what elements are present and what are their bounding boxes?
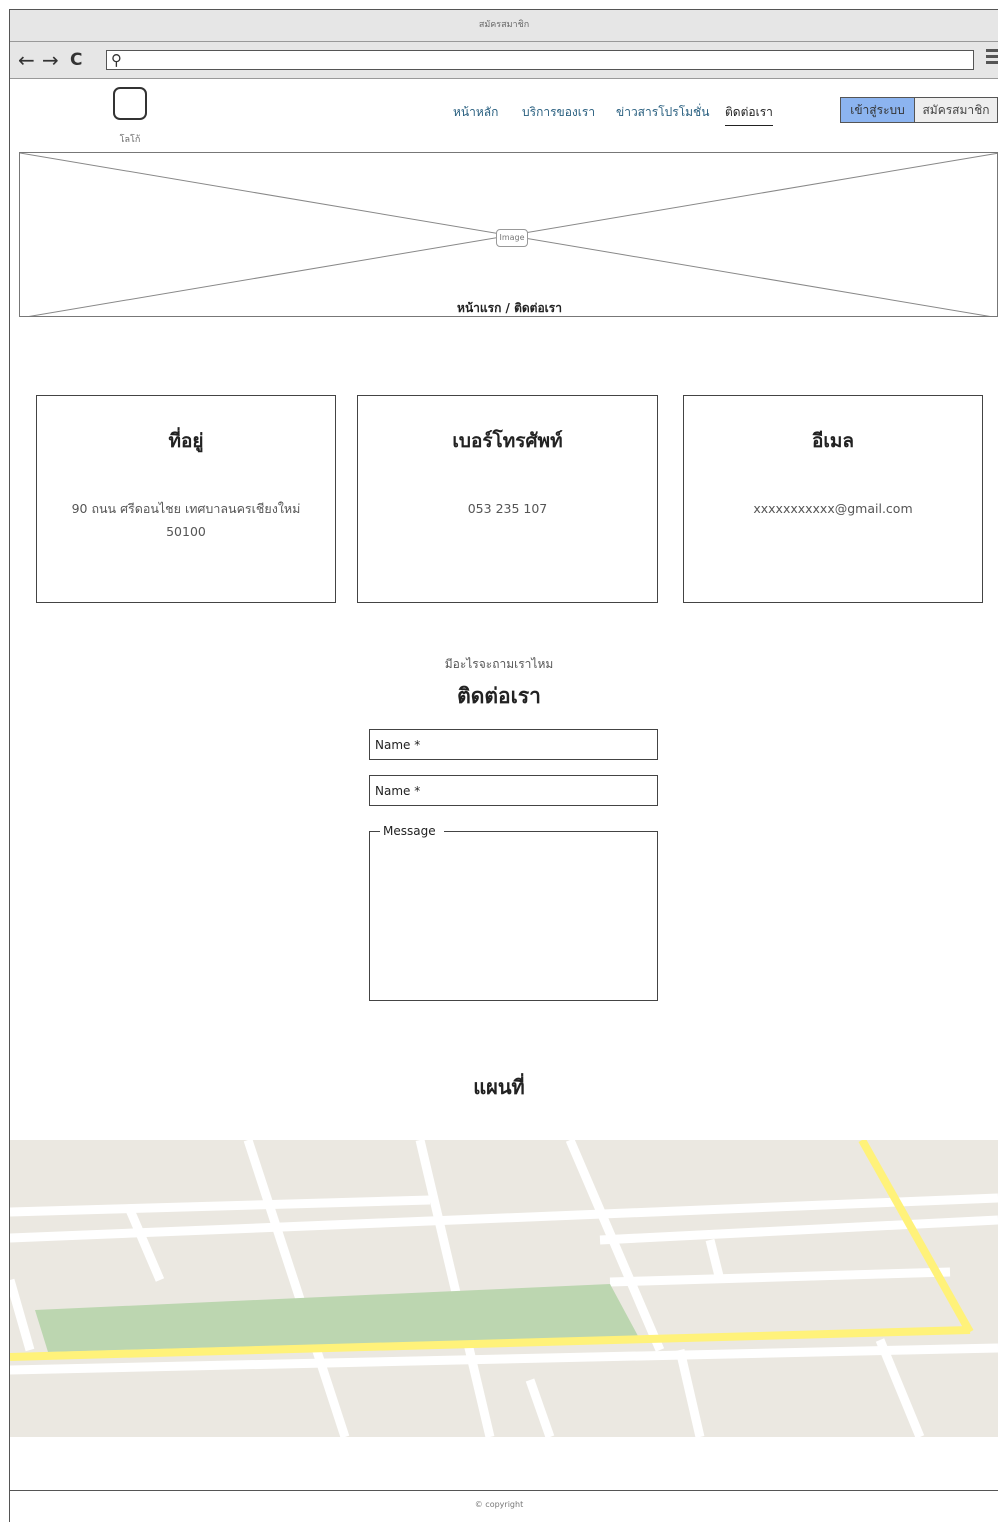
logo[interactable]	[113, 87, 147, 120]
footer-divider	[10, 1490, 998, 1491]
address-bar[interactable]: ⚲	[106, 50, 974, 70]
search-icon: ⚲	[111, 51, 122, 69]
contact-title: ติดต่อเรา	[457, 684, 541, 708]
phone-value: 053 235 107	[467, 501, 548, 516]
copyright: © copyright	[474, 1500, 524, 1509]
forward-arrow-icon[interactable]: →	[42, 50, 59, 70]
window-title: สมัครสมาชิก	[10, 10, 998, 42]
breadcrumb: หน้าแรก / ติดต่อเรา	[457, 301, 562, 315]
message-label: Message	[383, 824, 436, 838]
browser-toolbar: ← → C ⚲	[10, 42, 998, 79]
hero-image-placeholder: Image หน้าแรก / ติดต่อเรา	[19, 152, 998, 317]
register-button[interactable]: สมัครสมาชิก	[914, 97, 998, 123]
address-title: ที่อยู่	[168, 430, 204, 452]
email-title: อีเมล	[811, 430, 855, 452]
back-arrow-icon[interactable]: ←	[18, 50, 35, 70]
nav-home[interactable]: หน้าหลัก	[453, 103, 498, 122]
address-card: ที่อยู่ 90 ถนน ศรีดอนไชย เทศบาลนครเชียงใ…	[36, 395, 336, 603]
image-label: Image	[496, 229, 528, 247]
map-graphic	[10, 1140, 998, 1437]
phone-card: เบอร์โทรศัพท์ 053 235 107	[357, 395, 658, 603]
logo-label: โลโก้	[119, 135, 141, 145]
map-title: แผนที่	[473, 1075, 525, 1099]
nav-contact[interactable]: ติดต่อเรา	[725, 103, 773, 126]
second-name-input[interactable]: Name *	[369, 775, 658, 806]
address-value: 90 ถนน ศรีดอนไชย เทศบาลนครเชียงใหม่ 5010…	[71, 501, 301, 539]
message-textarea[interactable]: Message	[369, 824, 658, 1001]
hamburger-icon[interactable]	[986, 49, 998, 67]
name-input[interactable]: Name *	[369, 729, 658, 760]
contact-subtitle: มีอะไรจะถามเราไหม	[444, 657, 554, 671]
nav-promotions[interactable]: ข่าวสารโปรโมชั่น	[616, 103, 709, 122]
email-card: อีเมล xxxxxxxxxxx@gmail.com	[683, 395, 983, 603]
login-button[interactable]: เข้าสู่ระบบ	[840, 97, 915, 123]
reload-icon[interactable]: C	[70, 50, 82, 70]
email-value: xxxxxxxxxxx@gmail.com	[753, 501, 913, 516]
nav-services[interactable]: บริการของเรา	[522, 103, 595, 122]
phone-title: เบอร์โทรศัพท์	[452, 430, 563, 452]
map-view[interactable]	[10, 1140, 998, 1437]
